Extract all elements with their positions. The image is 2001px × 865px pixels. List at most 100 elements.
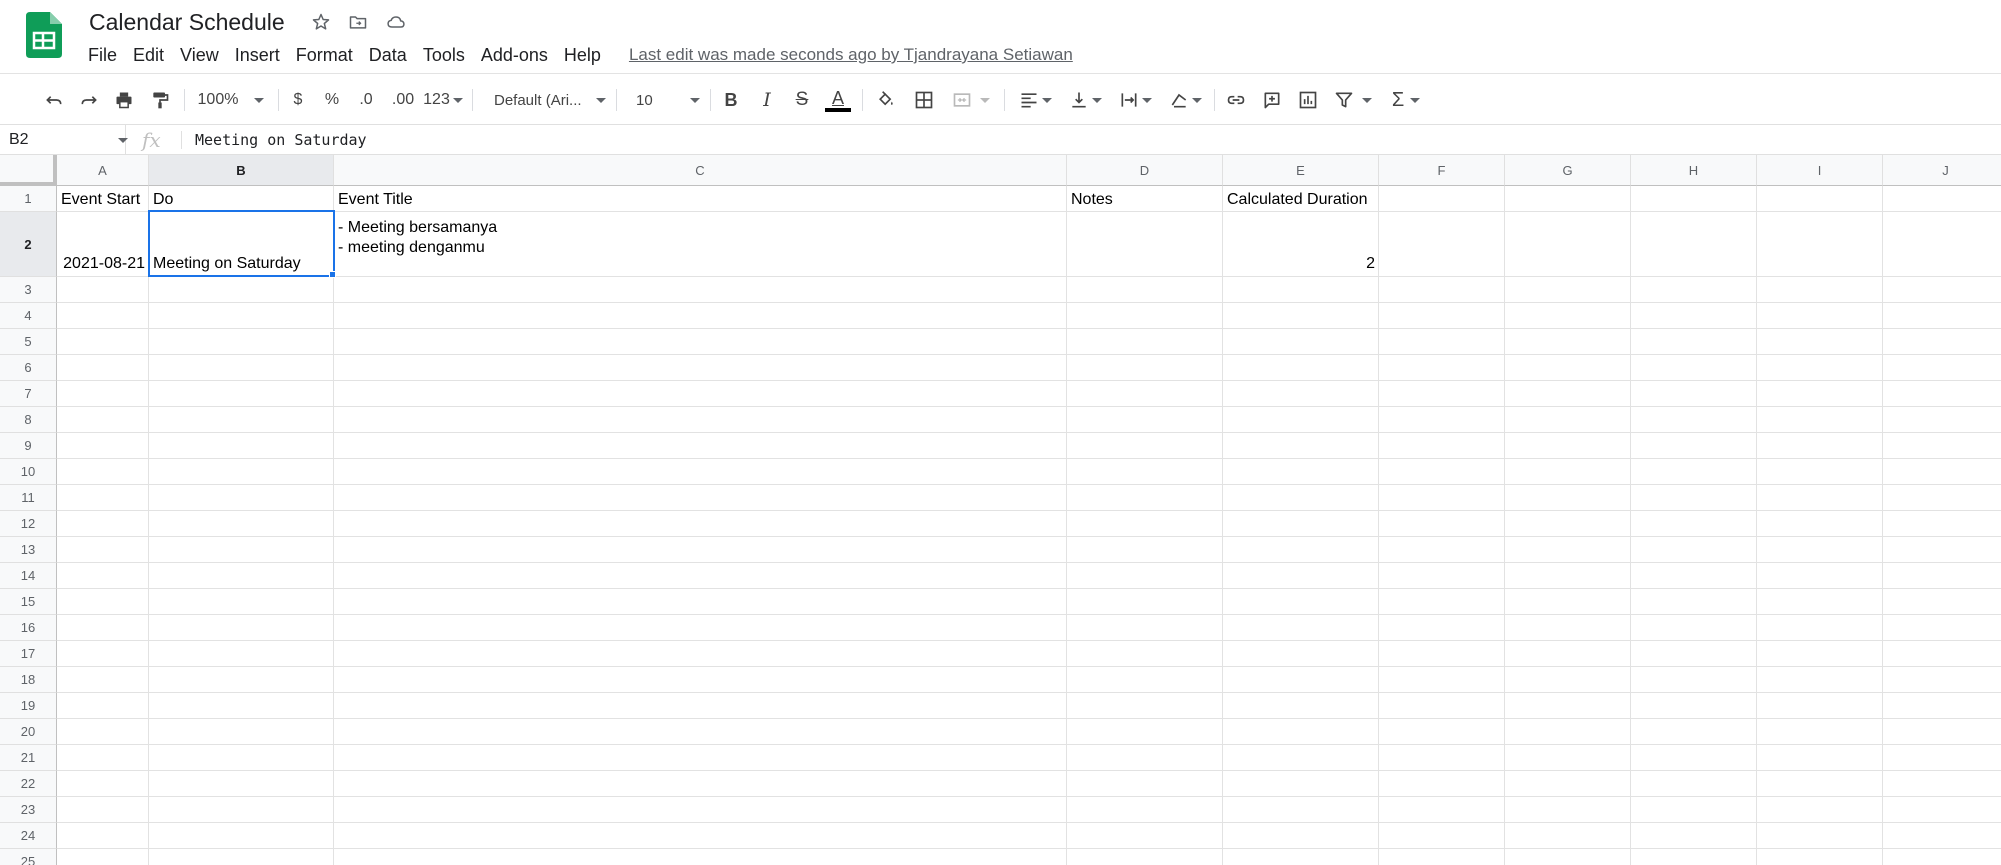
formula-separator	[181, 131, 182, 149]
column-header-j[interactable]: J	[1883, 155, 2001, 186]
zoom-select[interactable]: 100%	[196, 85, 266, 115]
row-header-17[interactable]: 17	[0, 641, 57, 667]
grid-row-line	[57, 380, 2001, 381]
cell-E1[interactable]: Calculated Duration	[1223, 187, 1379, 213]
cell-A2[interactable]: 2021-08-21	[57, 253, 149, 275]
row-header-5[interactable]: 5	[0, 329, 57, 355]
row-header-9[interactable]: 9	[0, 433, 57, 459]
menu-tools[interactable]: Tools	[415, 42, 473, 68]
font-size-value: 10	[636, 91, 653, 109]
cell-A1[interactable]: Event Start	[57, 187, 149, 213]
insert-chart-icon[interactable]	[1294, 85, 1322, 115]
row-header-13[interactable]: 13	[0, 537, 57, 563]
menu-file[interactable]: File	[80, 42, 125, 68]
decrease-decimal-button[interactable]: .0	[354, 85, 378, 115]
row-header-1[interactable]: 1	[0, 186, 57, 212]
italic-icon[interactable]: I	[754, 85, 780, 115]
fill-color-icon[interactable]	[872, 85, 900, 115]
merge-cells-icon[interactable]	[948, 85, 994, 115]
menu-insert[interactable]: Insert	[227, 42, 288, 68]
text-color-icon[interactable]: A	[824, 85, 852, 115]
row-header-14[interactable]: 14	[0, 563, 57, 589]
more-formats-button[interactable]: 123	[423, 85, 463, 115]
cell-E2[interactable]: 2	[1223, 253, 1379, 275]
grid-row-line	[57, 302, 2001, 303]
insert-link-icon[interactable]	[1222, 85, 1250, 115]
row-header-3[interactable]: 3	[0, 277, 57, 303]
row-header-20[interactable]: 20	[0, 719, 57, 745]
row-header-6[interactable]: 6	[0, 355, 57, 381]
row-header-16[interactable]: 16	[0, 615, 57, 641]
undo-icon[interactable]	[40, 85, 68, 115]
menu-format[interactable]: Format	[288, 42, 361, 68]
row-header-25[interactable]: 25	[0, 849, 57, 865]
column-header-h[interactable]: H	[1631, 155, 1757, 186]
row-header-23[interactable]: 23	[0, 797, 57, 823]
star-icon[interactable]	[309, 10, 333, 34]
menu-data[interactable]: Data	[361, 42, 415, 68]
column-header-c[interactable]: C	[334, 155, 1067, 186]
strikethrough-icon[interactable]: S	[789, 85, 815, 115]
grid-column-line	[1756, 186, 1757, 865]
move-to-folder-icon[interactable]	[346, 10, 370, 34]
toolbar-separator	[1214, 89, 1215, 111]
last-edit-link[interactable]: Last edit was made seconds ago by Tjandr…	[629, 42, 1073, 68]
cell-C2[interactable]: - Meeting bersamanya - meeting denganmu	[334, 213, 1067, 275]
selected-cell-outline	[148, 210, 335, 277]
menu-help[interactable]: Help	[556, 42, 609, 68]
text-wrapping-icon[interactable]	[1114, 85, 1156, 115]
spreadsheet-grid[interactable]: A B C D E F G H I J 1 2 3 4 5 6 7 8 9 10 11 12 13 14 15 16 17 18 19 2…	[0, 155, 2001, 865]
column-header-i[interactable]: I	[1757, 155, 1883, 186]
document-title[interactable]: Calendar Schedule	[89, 8, 285, 36]
row-header-18[interactable]: 18	[0, 667, 57, 693]
fill-handle[interactable]	[329, 271, 336, 278]
sheets-logo-icon[interactable]	[26, 12, 62, 58]
row-header-19[interactable]: 19	[0, 693, 57, 719]
column-header-f[interactable]: F	[1379, 155, 1505, 186]
currency-format-button[interactable]: $	[288, 85, 308, 115]
insert-comment-icon[interactable]	[1258, 85, 1286, 115]
menu-add-ons[interactable]: Add-ons	[473, 42, 556, 68]
row-header-2[interactable]: 2	[0, 212, 57, 277]
toolbar-separator	[710, 89, 711, 111]
cell-D1[interactable]: Notes	[1067, 187, 1223, 213]
column-header-b[interactable]: B	[149, 155, 334, 186]
row-header-22[interactable]: 22	[0, 771, 57, 797]
column-header-e[interactable]: E	[1223, 155, 1379, 186]
filter-icon[interactable]	[1330, 85, 1376, 115]
borders-icon[interactable]	[910, 85, 938, 115]
grid-row-line	[57, 640, 2001, 641]
menu-view[interactable]: View	[172, 42, 227, 68]
select-all-corner[interactable]	[0, 155, 57, 186]
grid-column-line	[1882, 186, 1883, 865]
column-header-a[interactable]: A	[57, 155, 149, 186]
redo-icon[interactable]	[75, 85, 103, 115]
print-icon[interactable]	[110, 85, 138, 115]
row-header-11[interactable]: 11	[0, 485, 57, 511]
row-header-21[interactable]: 21	[0, 745, 57, 771]
row-header-8[interactable]: 8	[0, 407, 57, 433]
column-header-g[interactable]: G	[1505, 155, 1631, 186]
horizontal-align-icon[interactable]	[1014, 85, 1056, 115]
row-header-15[interactable]: 15	[0, 589, 57, 615]
functions-icon[interactable]: Σ	[1386, 85, 1426, 115]
text-rotation-icon[interactable]	[1164, 85, 1206, 115]
bold-icon[interactable]: B	[718, 85, 744, 115]
menu-edit[interactable]: Edit	[125, 42, 172, 68]
cell-C1[interactable]: Event Title	[334, 187, 1067, 213]
row-header-12[interactable]: 12	[0, 511, 57, 537]
row-header-7[interactable]: 7	[0, 381, 57, 407]
font-family-select[interactable]: Default (Ari...	[484, 85, 606, 115]
row-header-24[interactable]: 24	[0, 823, 57, 849]
name-box[interactable]: B2	[0, 125, 128, 155]
paint-format-icon[interactable]	[146, 85, 174, 115]
increase-decimal-button[interactable]: .00	[388, 85, 418, 115]
cloud-saved-icon[interactable]	[384, 10, 408, 34]
row-header-10[interactable]: 10	[0, 459, 57, 485]
formula-input[interactable]: Meeting on Saturday	[195, 125, 367, 155]
vertical-align-icon[interactable]	[1064, 85, 1106, 115]
row-header-4[interactable]: 4	[0, 303, 57, 329]
font-size-select[interactable]: 10	[626, 85, 700, 115]
percent-format-button[interactable]: %	[322, 85, 342, 115]
column-header-d[interactable]: D	[1067, 155, 1223, 186]
